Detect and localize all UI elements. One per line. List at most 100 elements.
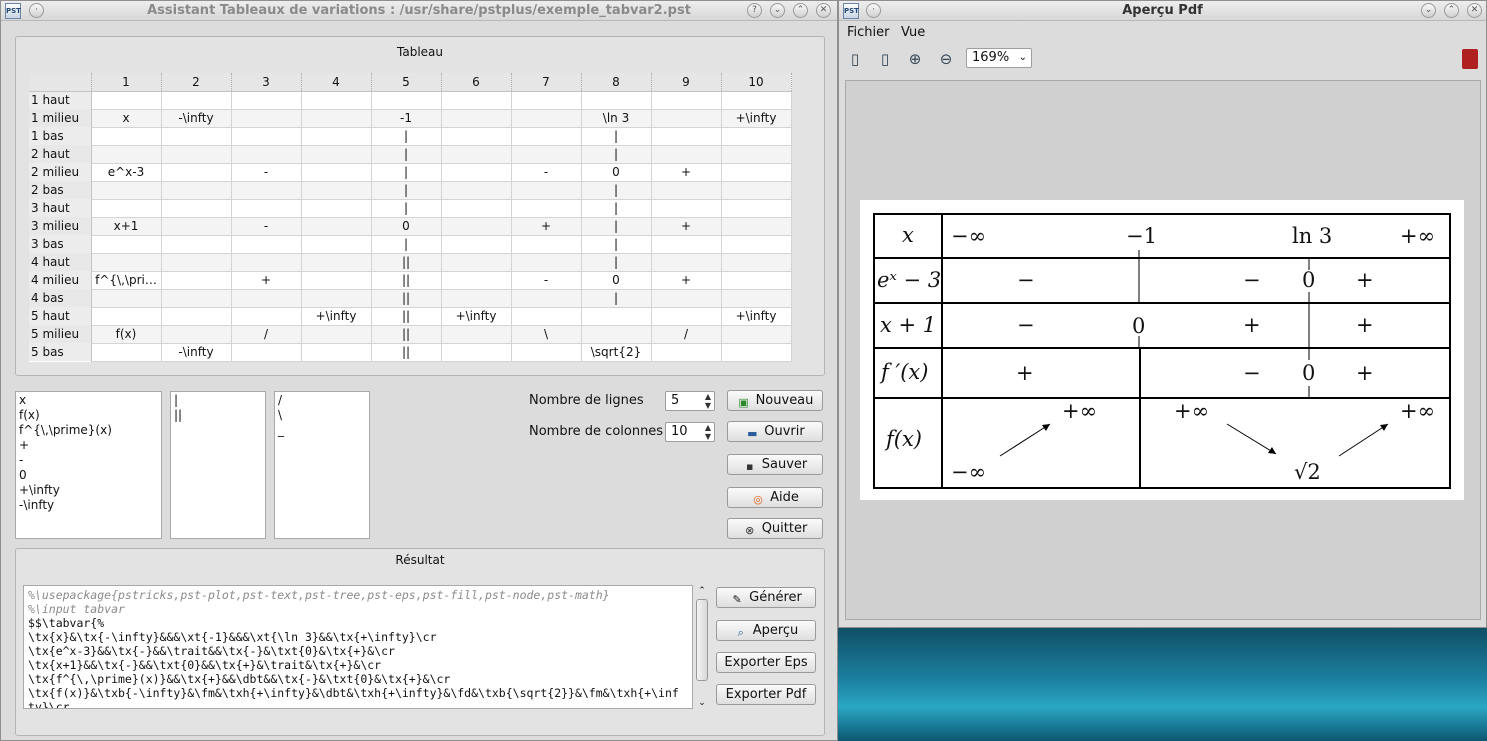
table-cell[interactable]: || (370, 306, 442, 326)
row-header[interactable]: 2 bas (29, 181, 92, 199)
table-cell[interactable] (650, 144, 722, 164)
table-cell[interactable] (300, 342, 372, 362)
zoom-out-icon[interactable]: ⊖ (935, 48, 957, 70)
table-cell[interactable]: || (370, 324, 442, 344)
table-cell[interactable]: | (580, 180, 652, 200)
table-cell[interactable] (90, 234, 162, 254)
spin-arrows-icon[interactable]: ▲ ▼ (705, 423, 711, 441)
table-cell[interactable] (160, 180, 232, 200)
generer-button[interactable]: ✎ Générer (716, 587, 816, 608)
table-cell[interactable] (580, 306, 652, 326)
table-cell[interactable] (440, 144, 512, 164)
table-cell[interactable] (650, 342, 722, 362)
page-icon[interactable]: ▯ (844, 48, 866, 70)
table-cell[interactable] (300, 144, 372, 164)
code-scrollbar[interactable]: ⌃ ⌄ (695, 585, 709, 709)
table-cell[interactable] (510, 288, 582, 308)
expressions-list[interactable]: x f(x) f^{\,\prime}(x) + -0 +\infty -\infty (15, 391, 162, 539)
table-cell[interactable] (300, 198, 372, 218)
table-cell[interactable] (510, 198, 582, 218)
table-cell[interactable] (160, 162, 232, 182)
scroll-up-icon[interactable]: ⌃ (695, 585, 709, 597)
table-cell[interactable] (720, 252, 792, 272)
table-cell[interactable]: - (230, 216, 302, 236)
table-cell[interactable]: || (370, 270, 442, 290)
table-cell[interactable] (90, 306, 162, 326)
table-cell[interactable]: - (510, 270, 582, 290)
table-cell[interactable]: f(x) (90, 324, 162, 344)
column-header[interactable]: 5 (371, 73, 442, 92)
table-cell[interactable]: | (580, 144, 652, 164)
table-cell[interactable] (300, 270, 372, 290)
table-cell[interactable] (720, 324, 792, 344)
row-header[interactable]: 5 milieu (29, 325, 92, 343)
table-cell[interactable] (230, 90, 302, 110)
aide-button[interactable]: ◎ Aide (727, 487, 823, 508)
table-cell[interactable] (720, 216, 792, 236)
table-cell[interactable]: / (650, 324, 722, 344)
nb-lignes-spinbox[interactable]: 5 ▲ ▼ (665, 391, 715, 411)
table-cell[interactable]: -1 (370, 108, 442, 128)
table-cell[interactable] (720, 234, 792, 254)
table-cell[interactable]: | (370, 180, 442, 200)
table-cell[interactable] (160, 288, 232, 308)
table-cell[interactable]: +\infty (720, 108, 792, 128)
table-cell[interactable] (650, 288, 722, 308)
quitter-button[interactable]: ⊗ Quitter (727, 518, 823, 539)
table-cell[interactable] (720, 162, 792, 182)
table-cell[interactable]: | (580, 252, 652, 272)
table-cell[interactable] (510, 144, 582, 164)
row-header[interactable]: 4 haut (29, 253, 92, 271)
table-cell[interactable] (650, 90, 722, 110)
minimize-icon[interactable]: ⌄ (1421, 3, 1436, 18)
list-item[interactable]: _ (278, 423, 366, 438)
apercu-button[interactable]: ⌕ Aperçu (716, 620, 816, 641)
table-cell[interactable]: 0 (580, 162, 652, 182)
close-icon[interactable]: ✕ (1467, 3, 1482, 18)
table-cell[interactable] (300, 162, 372, 182)
table-cell[interactable] (720, 198, 792, 218)
minimize-icon[interactable]: ⌄ (770, 3, 785, 18)
column-header[interactable]: 2 (161, 73, 232, 92)
row-header[interactable]: 4 bas (29, 289, 92, 307)
list-item[interactable]: f(x) (19, 408, 158, 423)
table-cell[interactable] (230, 198, 302, 218)
table-cell[interactable] (90, 198, 162, 218)
row-header[interactable]: 3 milieu (29, 217, 92, 235)
list-item[interactable]: || (174, 408, 262, 423)
table-cell[interactable]: / (230, 324, 302, 344)
table-cell[interactable] (90, 252, 162, 272)
table-cell[interactable]: \sqrt{2} (580, 342, 652, 362)
table-cell[interactable] (90, 288, 162, 308)
table-cell[interactable] (90, 144, 162, 164)
column-header[interactable]: 9 (651, 73, 722, 92)
table-cell[interactable]: x+1 (90, 216, 162, 236)
table-cell[interactable] (90, 90, 162, 110)
list-item[interactable]: f^{\,\prime}(x) (19, 423, 158, 438)
table-cell[interactable]: + (230, 270, 302, 290)
table-cell[interactable]: | (580, 126, 652, 146)
table-cell[interactable]: + (650, 270, 722, 290)
table-cell[interactable] (720, 144, 792, 164)
table-cell[interactable] (440, 198, 512, 218)
table-cell[interactable] (720, 270, 792, 290)
list-item[interactable]: / (278, 393, 366, 408)
table-cell[interactable] (160, 324, 232, 344)
table-cell[interactable]: e^x-3 (90, 162, 162, 182)
spin-arrows-icon[interactable]: ▲ ▼ (705, 392, 711, 410)
table-cell[interactable]: - (230, 162, 302, 182)
page-layout-icon[interactable]: ▯ (874, 48, 896, 70)
row-header[interactable]: 5 bas (29, 343, 92, 361)
table-cell[interactable]: +\infty (300, 306, 372, 326)
table-cell[interactable] (160, 216, 232, 236)
table-cell[interactable] (300, 216, 372, 236)
nb-colonnes-spinbox[interactable]: 10 ▲ ▼ (665, 422, 715, 442)
table-cell[interactable] (160, 90, 232, 110)
table-cell[interactable] (650, 108, 722, 128)
table-cell[interactable] (440, 324, 512, 344)
table-cell[interactable] (300, 288, 372, 308)
table-cell[interactable]: 0 (580, 270, 652, 290)
table-cell[interactable] (230, 252, 302, 272)
table-cell[interactable] (160, 234, 232, 254)
table-cell[interactable] (230, 108, 302, 128)
